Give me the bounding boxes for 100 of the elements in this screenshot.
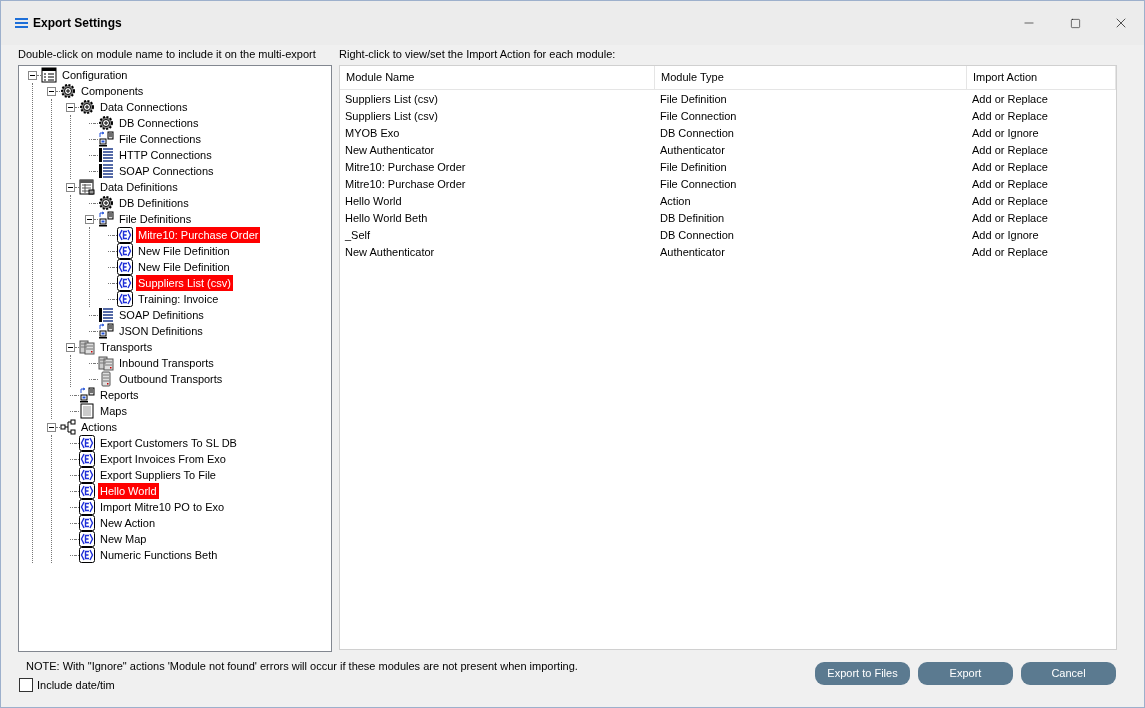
tree-item[interactable]: Export Customers To SL DB	[98, 435, 239, 451]
tree-item[interactable]: Import Mitre10 PO to Exo	[98, 499, 227, 515]
table-hint: Right-click to view/set the Import Action for each module:	[339, 47, 616, 61]
checkbox[interactable]	[19, 677, 33, 692]
module-icon	[79, 435, 95, 451]
tree-item[interactable]: Numeric Functions Beth	[98, 547, 220, 563]
table-cell-text: Add or Ignore	[971, 228, 1040, 244]
tree-item[interactable]: Maps	[98, 403, 129, 419]
module-icon	[117, 243, 133, 259]
tree-item[interactable]: DB Connections	[117, 115, 201, 131]
minus-icon	[68, 184, 73, 190]
table-cell-text: Add or Ignore	[971, 126, 1040, 142]
table-cell-text: File Connection	[659, 177, 738, 193]
table-cell-text: File Definition	[659, 160, 728, 176]
expand-toggle[interactable]	[66, 102, 75, 112]
tree-item[interactable]: Export Invoices From Exo	[98, 451, 228, 467]
minus-icon	[68, 344, 73, 350]
tree-item[interactable]: HTTP Connections	[117, 147, 214, 163]
module-icon	[79, 467, 95, 483]
module-icon	[79, 483, 95, 499]
list-icon	[98, 307, 114, 323]
tree-item[interactable]: New File Definition	[136, 259, 232, 275]
minus-icon	[49, 88, 54, 94]
table-cell-text: MYOB Exo	[344, 126, 401, 142]
tree-item[interactable]: Outbound Transports	[117, 371, 225, 387]
module-icon	[79, 547, 95, 563]
tree-item[interactable]: Configuration	[60, 67, 130, 83]
table-cell-text: New Authenticator	[344, 143, 436, 159]
module-icon	[117, 291, 133, 307]
tree-item[interactable]: Training: Invoice	[136, 291, 221, 307]
tree-item[interactable]: Export Suppliers To File	[98, 467, 218, 483]
gear-icon	[98, 115, 114, 131]
column-header[interactable]: Module Type	[655, 66, 967, 89]
table-cell-text: Add or Replace	[971, 194, 1049, 210]
table-cell-text: Hello World Beth	[344, 211, 429, 227]
tree-item[interactable]: New Map	[98, 531, 149, 547]
minus-icon	[87, 216, 92, 222]
computer-icon	[79, 387, 95, 403]
table-cell-text: Add or Replace	[971, 143, 1049, 159]
expand-toggle[interactable]	[85, 214, 94, 224]
table-cell-text: Suppliers List (csv)	[344, 109, 439, 125]
gear-icon	[98, 195, 114, 211]
tree-item[interactable]: Suppliers List (csv)	[136, 275, 233, 291]
computer-icon	[98, 211, 114, 227]
module-icon	[117, 259, 133, 275]
servers-icon	[79, 339, 95, 355]
column-header[interactable]: Import Action	[967, 66, 1116, 89]
window-title: Export Settings	[33, 15, 122, 32]
tree-item[interactable]: Transports	[98, 339, 155, 355]
expand-toggle[interactable]	[66, 182, 75, 192]
table-cell-text: DB Connection	[659, 126, 735, 142]
network-icon	[60, 419, 76, 435]
dialog-button[interactable]: Cancel	[1021, 662, 1116, 685]
gear-icon	[60, 83, 76, 99]
table-cell-text: Mitre10: Purchase Order	[344, 160, 467, 176]
list-icon	[98, 147, 114, 163]
table-cell-text: DB Definition	[659, 211, 726, 227]
table-cell-text: Action	[659, 194, 692, 210]
table-cell-text: New Authenticator	[344, 245, 436, 261]
module-icon	[117, 275, 133, 291]
table-cell-text: _Self	[344, 228, 372, 244]
dialog-button[interactable]: Export to Files	[815, 662, 910, 685]
tree-item[interactable]: New Action	[98, 515, 158, 531]
list-icon	[98, 163, 114, 179]
tree-item[interactable]: File Definitions	[117, 211, 194, 227]
expand-toggle[interactable]	[66, 342, 75, 352]
table-cell-text: Mitre10: Purchase Order	[344, 177, 467, 193]
maximize-icon	[1069, 17, 1081, 29]
table-cell-text: Suppliers List (csv)	[344, 92, 439, 108]
column-header[interactable]: Module Name	[340, 66, 655, 89]
expand-toggle[interactable]	[47, 86, 56, 96]
tree-item[interactable]: Hello World	[98, 483, 159, 499]
note-text: NOTE: With "Ignore" actions 'Module not found' errors will occur if these modules are not present when importing.	[25, 659, 579, 674]
tree-item[interactable]: Data Definitions	[98, 179, 180, 195]
checkbox-label: Include date/tim	[37, 677, 115, 693]
table-document-icon	[79, 179, 95, 195]
expand-toggle[interactable]	[47, 422, 56, 432]
document-icon	[79, 403, 95, 419]
expand-toggle[interactable]	[28, 70, 37, 80]
tree-item[interactable]: Data Connections	[98, 99, 190, 115]
table-cell-text: File Connection	[659, 109, 738, 125]
tree-item[interactable]: SOAP Definitions	[117, 307, 206, 323]
tree-hint: Double-click on module name to include it on the multi-export	[18, 47, 316, 61]
tree-item[interactable]: File Connections	[117, 131, 203, 147]
table-cell-text: Add or Replace	[971, 109, 1049, 125]
table-cell-text: Add or Replace	[971, 177, 1049, 193]
tree-item[interactable]: JSON Definitions	[117, 323, 205, 339]
tree-item[interactable]: SOAP Connections	[117, 163, 216, 179]
tree-item[interactable]: Actions	[79, 419, 120, 435]
tree-item[interactable]: New File Definition	[136, 243, 232, 259]
tree-item[interactable]: Components	[79, 83, 146, 99]
tree-item[interactable]: Reports	[98, 387, 141, 403]
dialog-button[interactable]: Export	[918, 662, 1013, 685]
tree-item[interactable]: Inbound Transports	[117, 355, 216, 371]
tree-item[interactable]: Mitre10: Purchase Order	[136, 227, 261, 243]
computer-icon	[98, 131, 114, 147]
minus-icon	[68, 104, 73, 110]
menu-icon	[15, 18, 28, 28]
table-cell-text: Add or Replace	[971, 160, 1049, 176]
tree-item[interactable]: DB Definitions	[117, 195, 191, 211]
